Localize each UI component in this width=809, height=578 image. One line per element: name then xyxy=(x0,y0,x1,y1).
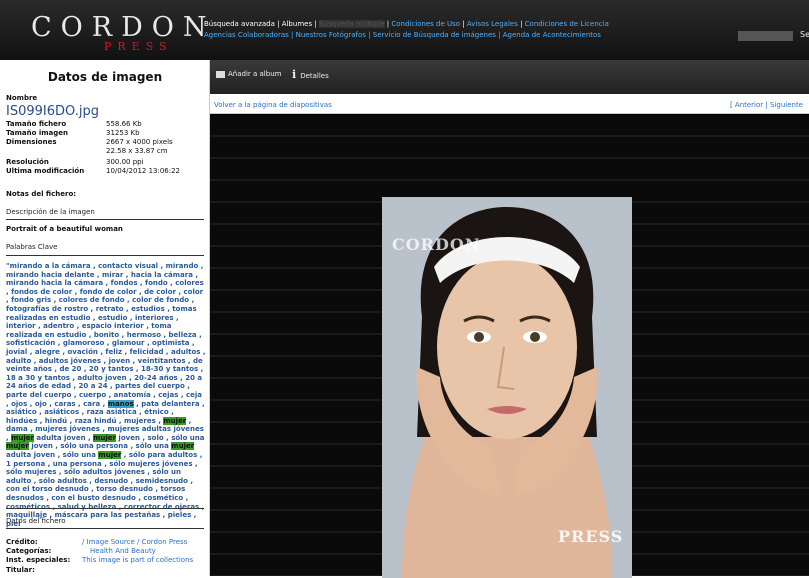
credit-row: Crédito: / Image Source / Cordon Press xyxy=(6,538,188,546)
keyword-highlight[interactable]: mujer xyxy=(6,442,29,451)
datos-fichero-label: Datos del fichero xyxy=(6,517,66,525)
notas-label: Notas del fichero: xyxy=(6,190,77,198)
main-photo[interactable]: CORDON PRESS xyxy=(382,197,632,578)
meta-row: Tamaño imagen 31253 Kb xyxy=(6,129,140,137)
nav-agencias[interactable]: Agencias Colaboradoras xyxy=(204,31,289,39)
info-icon: i xyxy=(292,68,297,81)
slide-navbar: Volver a la página de diapositivas [ Ant… xyxy=(210,94,809,114)
watermark-bottom: PRESS xyxy=(558,527,624,546)
photo-stage: CORDON PRESS xyxy=(210,115,809,578)
nav-servicio-busqueda[interactable]: Servicio de Búsqueda de imágenes xyxy=(373,31,496,39)
keyword-highlight[interactable]: mujer xyxy=(163,416,187,425)
desc-label: Descripción de la imagen xyxy=(6,208,95,216)
keyword-highlight[interactable]: mujer xyxy=(98,451,122,460)
nav-avisos-legales[interactable]: Avisos Legales xyxy=(467,20,518,28)
nav-agenda[interactable]: Agenda de Acontecimientos xyxy=(503,31,601,39)
divider xyxy=(6,508,204,509)
nav-busqueda-avanzada[interactable]: Búsqueda avanzada xyxy=(204,20,275,28)
user-name-redacted xyxy=(738,31,793,41)
pager: [ Anterior | Siguiente xyxy=(729,101,803,109)
viewer-toolbar: Añadir a album i Detalles xyxy=(210,60,809,94)
meta-row: Dimensiones 2667 x 4000 pixels xyxy=(6,138,173,146)
add-album-button[interactable]: Añadir a album xyxy=(216,70,281,78)
credit-row: Categorías: Health And Beauty xyxy=(6,547,156,555)
back-to-slides-link[interactable]: Volver a la página de diapositivas xyxy=(214,101,332,109)
nombre-label: Nombre xyxy=(6,94,38,102)
nav-condiciones-uso[interactable]: Condiciones de Uso xyxy=(391,20,460,28)
keywords-list: "mirando a la cámara , contacto visual ,… xyxy=(6,262,206,528)
watermark-top: CORDON xyxy=(392,235,481,254)
divider xyxy=(6,255,204,256)
keyword-highlight[interactable]: manos xyxy=(107,399,134,408)
user-text[interactable]: Se xyxy=(800,30,809,39)
nav-fotografos[interactable]: Nuestros Fotógrafos xyxy=(296,31,366,39)
logo-subtitle: PRESS xyxy=(104,40,173,53)
sidebar-title: Datos de imagen xyxy=(47,70,163,84)
details-button[interactable]: i Detalles xyxy=(292,68,329,81)
divider xyxy=(6,528,204,529)
header: CORDON PRESS Búsqueda avanzada | Albumes… xyxy=(0,0,809,60)
image-viewer: Añadir a album i Detalles Volver a la pág… xyxy=(210,60,809,578)
keyword-highlight[interactable]: mujer xyxy=(11,433,34,442)
meta-row: Ultima modificación 10/04/2012 13:06:22 xyxy=(6,167,181,175)
credit-row: Inst. especiales: This image is part of c… xyxy=(6,556,194,564)
nav-albumes[interactable]: Albumes xyxy=(282,20,312,28)
nav-busqueda-multiple[interactable]: Búsqueda múltiple xyxy=(318,20,385,28)
credit-row: Titular: xyxy=(6,566,35,574)
next-link[interactable]: Siguiente xyxy=(770,101,803,109)
meta-row: Tamaño fichero 558.66 Kb xyxy=(6,120,142,128)
keyword-highlight[interactable]: mujer xyxy=(93,433,116,442)
keywords-label: Palabras Clave xyxy=(6,243,58,251)
divider xyxy=(6,219,204,220)
image-data-sidebar: Datos de imagen Nombre IS099I6DO.jpg Tam… xyxy=(0,60,210,576)
desc-value: Portrait of a beautiful woman xyxy=(6,225,123,233)
keyword-highlight[interactable]: mujer xyxy=(171,442,195,451)
top-nav: Búsqueda avanzada | Albumes | Búsqueda m… xyxy=(204,20,609,28)
prev-link[interactable]: Anterior xyxy=(735,101,763,109)
portrait-illustration xyxy=(382,197,632,578)
filename: IS099I6DO.jpg xyxy=(6,104,99,119)
nav-condiciones-licencia[interactable]: Condiciones de Licencia xyxy=(525,20,609,28)
logo[interactable]: CORDON xyxy=(31,12,216,43)
album-icon xyxy=(216,70,225,78)
meta-row: Resolución 300.00 ppi xyxy=(6,158,144,166)
secondary-nav: Agencias Colaboradoras | Nuestros Fotógr… xyxy=(204,31,601,39)
